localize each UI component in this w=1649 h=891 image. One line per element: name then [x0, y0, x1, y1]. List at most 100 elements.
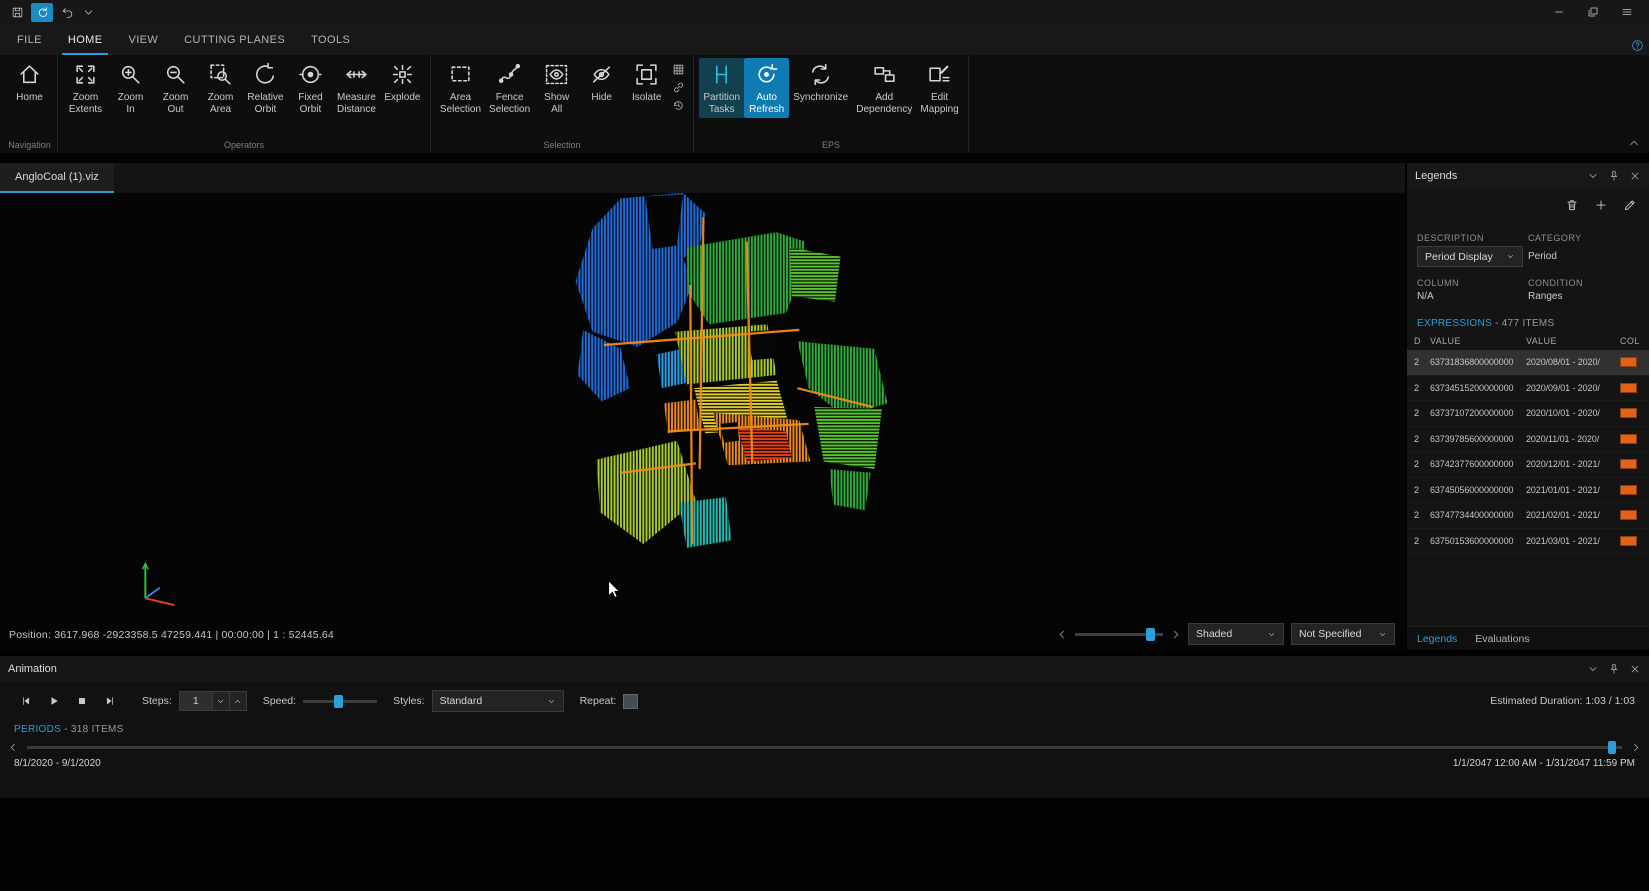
ribbon-button-zoom-area[interactable]: ZoomArea [198, 58, 243, 118]
color-swatch[interactable] [1620, 536, 1637, 546]
table-row[interactable]: 2637450560000000002021/01/01 - 2021/ [1407, 478, 1649, 504]
ribbon-button-relative-orbit[interactable]: RelativeOrbit [243, 58, 288, 118]
color-swatch[interactable] [1620, 510, 1637, 520]
mine-3d-model[interactable] [560, 193, 922, 593]
add-legend-icon[interactable] [1594, 198, 1608, 212]
table-row[interactable]: 2637345152000000002020/09/01 - 2020/ [1407, 376, 1649, 402]
ribbon-button-zoom-extents[interactable]: ZoomExtents [63, 58, 108, 118]
tab-tools[interactable]: TOOLS [298, 24, 363, 55]
ribbon-button-home[interactable]: Home [7, 58, 52, 106]
ribbon-button-show-all[interactable]: ShowAll [534, 58, 579, 118]
help-icon[interactable] [1631, 39, 1644, 52]
color-swatch[interactable] [1620, 383, 1637, 393]
steps-up-button[interactable] [230, 691, 247, 711]
skip-to-end-button[interactable] [98, 690, 122, 712]
timeline-next-button[interactable] [1630, 742, 1641, 753]
tab-file[interactable]: FILE [4, 24, 55, 55]
window-menu-button[interactable] [1613, 2, 1641, 22]
ribbon-button-label: Home [16, 92, 43, 104]
close-icon[interactable] [1629, 170, 1641, 182]
estimated-duration: Estimated Duration: 1:03 / 1:03 [1490, 695, 1635, 707]
history-icon[interactable] [672, 99, 685, 112]
auto-refresh-icon [754, 62, 779, 87]
zoom-in-icon [118, 62, 143, 87]
ribbon-button-explode[interactable]: Explode [380, 58, 425, 106]
table-row[interactable]: 2637501536000000002021/03/01 - 2021/ [1407, 529, 1649, 555]
document-tab[interactable]: AngloCoal (1).viz [0, 163, 114, 193]
table-row[interactable]: 2637318368000000002020/08/01 - 2020/ [1407, 350, 1649, 376]
filter-select[interactable]: Not Specified [1291, 623, 1395, 645]
ribbon-button-isolate[interactable]: Isolate [624, 58, 669, 106]
ribbon-button-edit-mapping[interactable]: EditMapping [916, 58, 962, 118]
minimize-button[interactable] [1545, 2, 1573, 22]
ribbon-button-measure-distance[interactable]: MeasureDistance [333, 58, 380, 118]
ribbon-button-zoom-out[interactable]: ZoomOut [153, 58, 198, 118]
grid-icon[interactable] [672, 63, 685, 76]
color-swatch[interactable] [1620, 459, 1637, 469]
period-slider-handle[interactable] [1146, 628, 1155, 641]
stop-button[interactable] [70, 690, 94, 712]
description-select[interactable]: Period Display [1417, 246, 1523, 267]
timeline-track[interactable] [27, 746, 1622, 749]
table-row[interactable]: 2637397856000000002020/11/01 - 2020/ [1407, 427, 1649, 453]
period-slider[interactable] [1075, 626, 1163, 642]
ribbon-button-synchronize[interactable]: Synchronize [789, 58, 852, 106]
pin-icon[interactable] [1608, 170, 1620, 182]
period-prev-button[interactable] [1057, 629, 1068, 640]
panel-collapse-icon[interactable] [1587, 663, 1599, 675]
ribbon-button-add-dependency[interactable]: AddDependency [852, 58, 916, 118]
table-row[interactable]: 2637423776000000002020/12/01 - 2021/ [1407, 452, 1649, 478]
save-button[interactable] [6, 3, 28, 22]
edit-legend-icon[interactable] [1623, 198, 1637, 212]
shading-select[interactable]: Shaded [1188, 623, 1284, 645]
steps-dropdown-button[interactable] [213, 691, 230, 711]
delete-legend-icon[interactable] [1565, 198, 1579, 212]
timeline-handle[interactable] [1608, 741, 1616, 754]
ribbon-button-fixed-orbit[interactable]: FixedOrbit [288, 58, 333, 118]
3d-viewport[interactable]: Position: 3617.968 -2923358.5 47259.441 … [0, 193, 1405, 650]
periods-header: PERIODS - 318 ITEMS [0, 720, 1649, 735]
ribbon-button-partition-tasks[interactable]: PartitionTasks [699, 58, 744, 118]
restore-button[interactable] [1579, 2, 1607, 22]
ribbon-button-label: MeasureDistance [337, 92, 376, 116]
ribbon-button-label: ZoomIn [118, 92, 144, 116]
ribbon-group-label: EPS [699, 139, 963, 153]
quick-access-caret[interactable] [81, 3, 95, 22]
color-swatch[interactable] [1620, 485, 1637, 495]
table-row[interactable]: 2637371072000000002020/10/01 - 2020/ [1407, 401, 1649, 427]
color-swatch[interactable] [1620, 408, 1637, 418]
fence-selection-icon [497, 62, 522, 87]
tab-home[interactable]: HOME [55, 24, 116, 55]
tab-view[interactable]: VIEW [115, 24, 171, 55]
table-row[interactable]: 2637477344000000002021/02/01 - 2021/ [1407, 503, 1649, 529]
ribbon-collapse-button[interactable] [1627, 136, 1641, 150]
tab-legends[interactable]: Legends [1417, 633, 1457, 645]
play-button[interactable] [42, 690, 66, 712]
skip-to-start-button[interactable] [14, 690, 38, 712]
legends-toolbar [1407, 189, 1649, 221]
ribbon-button-label: ZoomOut [163, 92, 189, 116]
undo-button[interactable] [56, 3, 78, 22]
ribbon-button-auto-refresh[interactable]: AutoRefresh [744, 58, 789, 118]
panel-collapse-icon[interactable] [1587, 170, 1599, 182]
tab-cutting-planes[interactable]: CUTTING PLANES [171, 24, 298, 55]
timeline-prev-button[interactable] [8, 742, 19, 753]
ribbon-button-area-selection[interactable]: AreaSelection [436, 58, 485, 118]
link-icon[interactable] [672, 81, 685, 94]
pin-icon[interactable] [1608, 663, 1620, 675]
sync-button[interactable] [31, 3, 53, 22]
period-next-button[interactable] [1170, 629, 1181, 640]
speed-slider[interactable] [303, 693, 377, 709]
steps-input[interactable]: 1 [179, 691, 213, 711]
periods-title: PERIODS [14, 724, 61, 735]
ribbon-button-zoom-in[interactable]: ZoomIn [108, 58, 153, 118]
tab-evaluations[interactable]: Evaluations [1475, 633, 1529, 645]
color-swatch[interactable] [1620, 434, 1637, 444]
close-icon[interactable] [1629, 663, 1641, 675]
styles-select[interactable]: Standard [432, 690, 564, 712]
ribbon-button-fence-selection[interactable]: FenceSelection [485, 58, 534, 118]
ribbon-button-hide[interactable]: Hide [579, 58, 624, 106]
color-swatch[interactable] [1620, 357, 1637, 367]
repeat-checkbox[interactable] [623, 694, 638, 709]
speed-slider-handle[interactable] [334, 695, 343, 708]
